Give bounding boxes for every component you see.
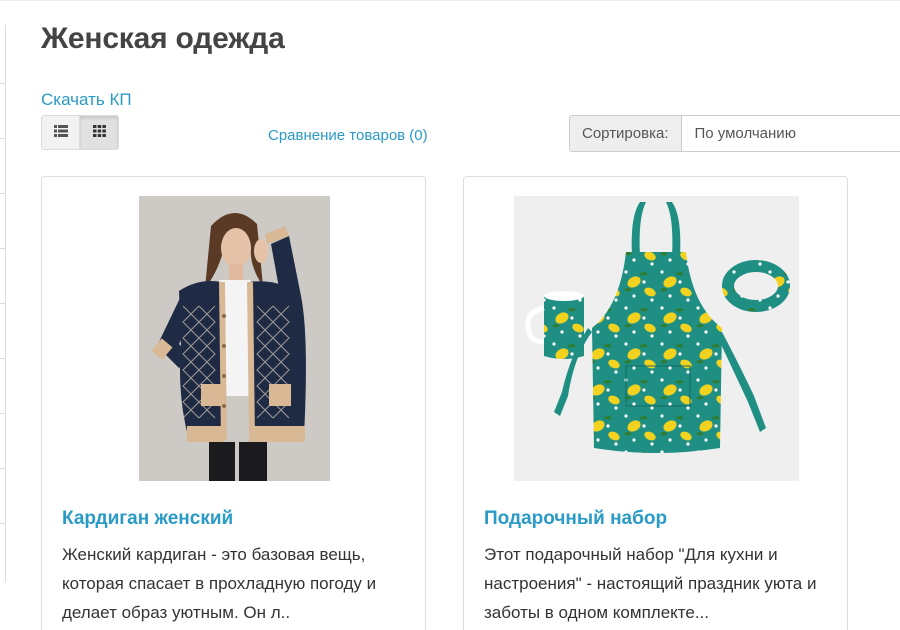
product-image-gift-set[interactable] xyxy=(514,196,799,481)
product-description: Женский кардиган - это базовая вещь, кот… xyxy=(62,545,377,622)
sort-control: Сортировка: По умолчанию xyxy=(569,115,900,152)
view-toggle xyxy=(41,115,119,150)
product-image-cardigan[interactable] xyxy=(139,196,330,481)
sort-label: Сортировка: xyxy=(569,115,682,152)
top-divider xyxy=(0,0,900,1)
product-description: Этот подарочный набор "Для кухни и настр… xyxy=(484,545,817,622)
grid-icon xyxy=(92,124,106,142)
download-offer-link[interactable]: Скачать КП xyxy=(41,90,132,110)
page-title: Женская одежда xyxy=(41,22,285,55)
grid-view-button[interactable] xyxy=(80,115,119,150)
list-icon xyxy=(53,124,68,142)
compare-products-link[interactable]: Сравнение товаров (0) xyxy=(268,127,428,144)
sort-select[interactable]: По умолчанию xyxy=(681,115,900,152)
product-card: Подарочный набор Этот подарочный набор "… xyxy=(463,176,848,630)
left-sidebar-edge xyxy=(0,0,6,582)
product-title-link[interactable]: Кардиган женский xyxy=(62,508,233,530)
product-card: Кардиган женский Женский кардиган - это … xyxy=(41,176,426,630)
product-title-link[interactable]: Подарочный набор xyxy=(484,508,667,530)
list-view-button[interactable] xyxy=(41,115,80,150)
